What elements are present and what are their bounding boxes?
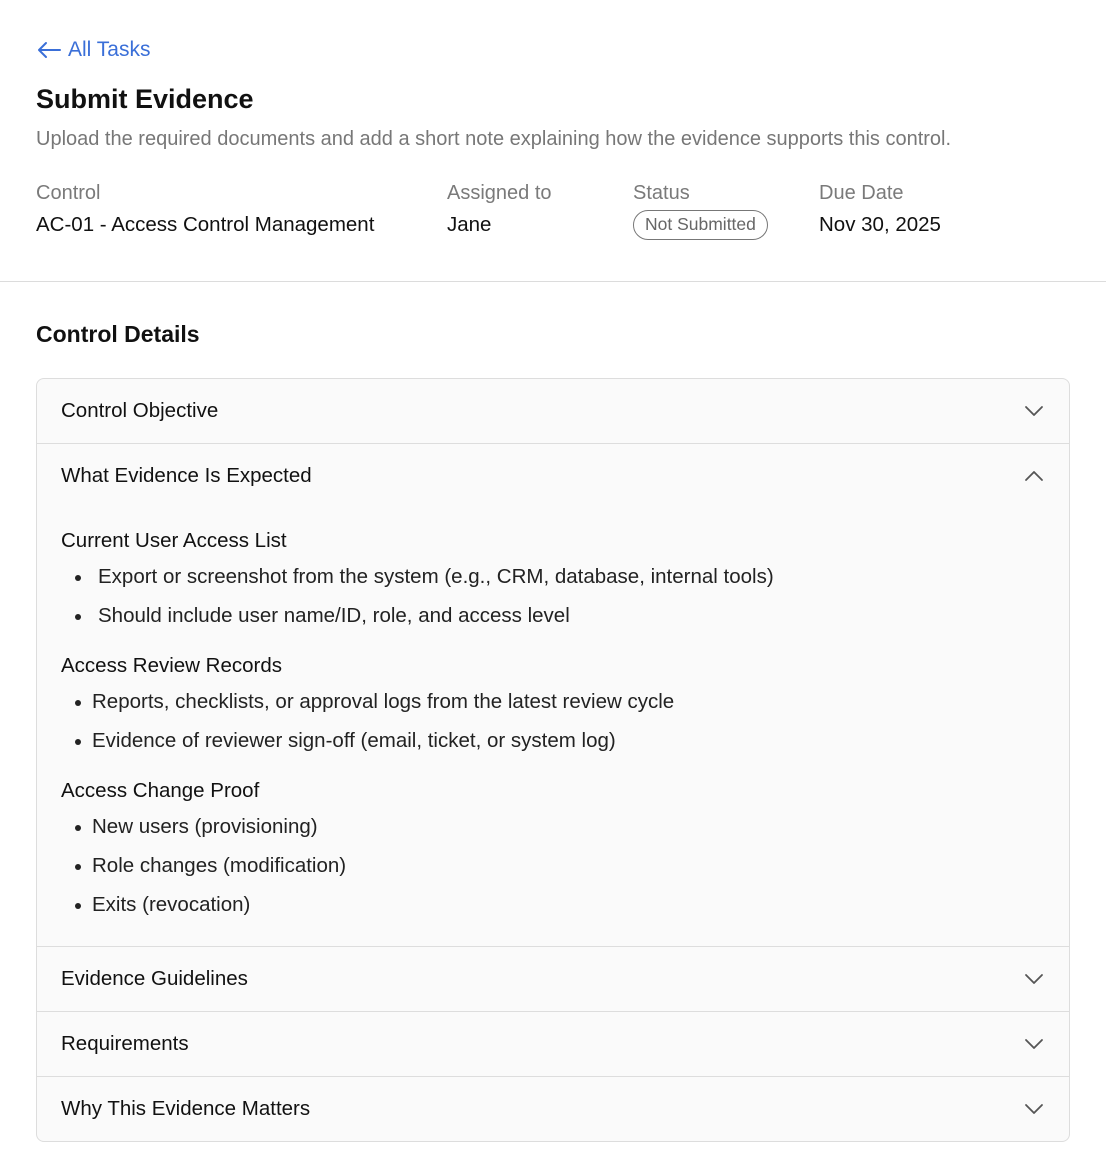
evidence-group-list: Reports, checklists, or approval logs fr… <box>61 688 1045 766</box>
list-item: Reports, checklists, or approval logs fr… <box>61 688 1045 727</box>
chevron-down-icon <box>1025 974 1043 984</box>
list-item: Should include user name/ID, role, and a… <box>61 602 1045 641</box>
list-item: Exits (revocation) <box>61 891 1045 930</box>
accordion-header-control-objective[interactable]: Control Objective <box>37 379 1069 443</box>
meta-control: Control AC-01 - Access Control Managemen… <box>36 182 374 237</box>
meta-status-label: Status <box>633 182 690 204</box>
page-header: All Tasks Submit Evidence Upload the req… <box>0 0 1106 282</box>
list-item: Export or screenshot from the system (e.… <box>61 563 1045 602</box>
page-title: Submit Evidence <box>36 84 254 114</box>
chevron-down-icon <box>1025 406 1043 416</box>
list-item: Role changes (modification) <box>61 852 1045 891</box>
meta-due-date: Due Date Nov 30, 2025 <box>819 182 941 237</box>
chevron-down-icon <box>1025 1104 1043 1114</box>
accordion-item-control-objective: Control Objective <box>37 379 1069 443</box>
accordion-title: Control Objective <box>61 399 219 422</box>
arrow-left-icon <box>38 42 61 58</box>
meta-control-value: AC-01 - Access Control Management <box>36 213 375 236</box>
accordion-item-what-evidence-is-expected: What Evidence Is Expected Current User A… <box>37 443 1069 946</box>
meta-due-value: Nov 30, 2025 <box>819 213 941 236</box>
page-subtitle: Upload the required documents and add a … <box>36 128 952 150</box>
status-badge: Not Submitted <box>633 210 768 240</box>
chevron-up-icon <box>1025 471 1043 481</box>
accordion-title: What Evidence Is Expected <box>61 464 312 487</box>
meta-assigned-label: Assigned to <box>447 182 552 204</box>
meta-due-label: Due Date <box>819 182 904 204</box>
evidence-group-list: Export or screenshot from the system (e.… <box>61 563 1045 641</box>
accordion-title: Why This Evidence Matters <box>61 1097 311 1120</box>
meta-status: Status Not Submitted <box>633 182 768 240</box>
accordion-item-evidence-guidelines: Evidence Guidelines <box>37 946 1069 1011</box>
accordion-header-what-evidence-is-expected[interactable]: What Evidence Is Expected <box>37 444 1069 508</box>
accordion-item-requirements: Requirements <box>37 1011 1069 1076</box>
evidence-group-title: Access Change Proof <box>61 779 260 802</box>
accordion-title: Evidence Guidelines <box>61 967 248 990</box>
evidence-group-title: Access Review Records <box>61 654 283 677</box>
control-details-title: Control Details <box>36 321 200 347</box>
evidence-group-list: New users (provisioning) Role changes (m… <box>61 813 1045 930</box>
list-item: New users (provisioning) <box>61 813 1045 852</box>
accordion-header-requirements[interactable]: Requirements <box>37 1012 1069 1076</box>
control-details-accordion: Control Objective What Evidence Is Expec… <box>36 378 1070 1142</box>
evidence-group-title: Current User Access List <box>61 529 287 552</box>
accordion-title: Requirements <box>61 1032 189 1055</box>
accordion-header-why-this-evidence-matters[interactable]: Why This Evidence Matters <box>37 1077 1069 1141</box>
accordion-body-what-evidence-is-expected: Current User Access List Export or scree… <box>37 508 1069 946</box>
meta-assigned-value: Jane <box>447 213 492 236</box>
list-item: Evidence of reviewer sign-off (email, ti… <box>61 727 1045 766</box>
back-to-all-tasks-link[interactable]: All Tasks <box>36 38 150 62</box>
meta-assigned: Assigned to Jane <box>447 182 552 237</box>
meta-control-label: Control <box>36 182 101 204</box>
accordion-item-why-this-evidence-matters: Why This Evidence Matters <box>37 1076 1069 1141</box>
chevron-down-icon <box>1025 1039 1043 1049</box>
back-link-label: All Tasks <box>68 38 151 61</box>
accordion-header-evidence-guidelines[interactable]: Evidence Guidelines <box>37 947 1069 1011</box>
header-divider <box>0 281 1106 282</box>
